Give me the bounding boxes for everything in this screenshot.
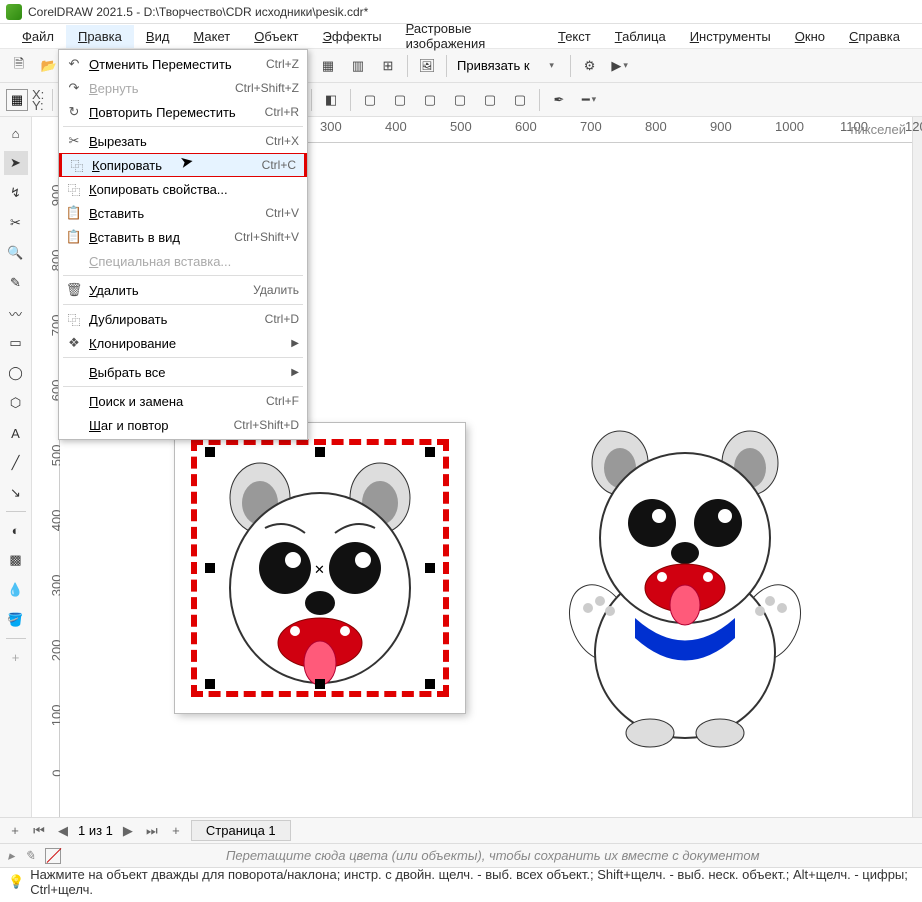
new-doc-icon[interactable]: 🗎 [6, 53, 32, 79]
status-text: Нажмите на объект дважды для поворота/на… [30, 867, 914, 897]
snap-icon[interactable]: ⊞ [375, 53, 401, 79]
menu-файл[interactable]: Файл [10, 25, 66, 48]
outline-width-icon[interactable]: ━ [576, 87, 602, 113]
align-m-icon[interactable]: ▢ [477, 87, 503, 113]
menu-растровые изображения[interactable]: Растровые изображения [394, 17, 546, 55]
snap-to-label[interactable]: Привязать к [453, 58, 534, 73]
last-page-icon[interactable]: ⏭ [143, 822, 161, 840]
page-navigator[interactable]: + ⏮ ◀ 1 из 1 ▶ ⏭ + Страница 1 [0, 817, 922, 843]
rectangle-tool-icon[interactable]: ▭ [4, 331, 28, 355]
zoom-tool-icon[interactable]: 🔍 [4, 241, 28, 265]
menu-item[interactable]: 🗑УдалитьУдалить [59, 278, 307, 302]
align-r-icon[interactable]: ▢ [417, 87, 443, 113]
menu-bar[interactable]: ФайлПравкаВидМакетОбъектЭффектыРастровые… [0, 24, 922, 49]
menu-item[interactable]: Поиск и заменаCtrl+F [59, 389, 307, 413]
menu-таблица[interactable]: Таблица [603, 25, 678, 48]
vertical-ruler: 9008007006005004003002001000 [32, 117, 60, 817]
menu-текст[interactable]: Текст [546, 25, 603, 48]
menu-вид[interactable]: Вид [134, 25, 182, 48]
document-palette[interactable]: ▸ ✎ Перетащите сюда цвета (или объекты),… [0, 843, 922, 867]
color-palette-strip[interactable] [912, 117, 922, 817]
home-icon[interactable]: ⌂ [4, 121, 28, 145]
fill-tool-icon[interactable]: 🪣 [4, 608, 28, 632]
edit-menu-dropdown[interactable]: ↶Отменить ПереместитьCtrl+Z↷ВернутьCtrl+… [58, 49, 308, 440]
dog-full-artwork[interactable] [540, 423, 830, 753]
status-bar: 💡 Нажмите на объект дважды для поворота/… [0, 867, 922, 895]
menu-item[interactable]: 📋ВставитьCtrl+V [59, 201, 307, 225]
freehand-tool-icon[interactable]: ✎ [4, 271, 28, 295]
menu-item[interactable]: 📋Вставить в видCtrl+Shift+V [59, 225, 307, 249]
menu-item[interactable]: ❖Клонирование▶ [59, 331, 307, 355]
artistic-tool-icon[interactable]: 〰 [4, 301, 28, 325]
menu-item[interactable]: ⿻Копировать свойства... [59, 177, 307, 201]
menu-макет[interactable]: Макет [181, 25, 242, 48]
dimension-tool-icon[interactable]: ╱ [4, 451, 28, 475]
ellipse-tool-icon[interactable]: ◯ [4, 361, 28, 385]
eyedropper-tool-icon[interactable]: 💧 [4, 578, 28, 602]
menu-item: ↷ВернутьCtrl+Shift+Z [59, 76, 307, 100]
menu-item[interactable]: Шаг и повторCtrl+Shift+D [59, 413, 307, 437]
menu-эффекты[interactable]: Эффекты [311, 25, 394, 48]
menu-item: Специальная вставка... [59, 249, 307, 273]
add-page-after-icon[interactable]: + [167, 822, 185, 840]
order-icon[interactable]: ◧ [318, 87, 344, 113]
center-marker-icon: ✕ [314, 562, 326, 574]
menu-item[interactable]: ✂ВырезатьCtrl+X [59, 129, 307, 153]
prev-page-icon[interactable]: ◀ [54, 822, 72, 840]
add-tool-icon[interactable]: + [4, 645, 28, 669]
menu-объект[interactable]: Объект [242, 25, 310, 48]
align-c-icon[interactable]: ▢ [387, 87, 413, 113]
hint-icon: 💡 [8, 874, 24, 890]
align-b-icon[interactable]: ▢ [507, 87, 533, 113]
menu-item[interactable]: ↶Отменить ПереместитьCtrl+Z [59, 52, 307, 76]
shape-tool-icon[interactable]: ↯ [4, 181, 28, 205]
menu-правка[interactable]: Правка [66, 25, 134, 48]
align-l-icon[interactable]: ▢ [357, 87, 383, 113]
eyedropper-icon[interactable]: ✎ [25, 848, 36, 864]
text-tool-icon[interactable]: A [4, 421, 28, 445]
menu-item[interactable]: Выбрать все▶ [59, 360, 307, 384]
guides-icon[interactable]: ▥ [345, 53, 371, 79]
page-tab[interactable]: Страница 1 [191, 820, 291, 841]
pick-tool-icon[interactable]: ➤ [4, 151, 28, 175]
no-fill-icon[interactable] [45, 848, 61, 864]
menu-инструменты[interactable]: Инструменты [678, 25, 783, 48]
settings-icon[interactable]: ⚙ [577, 53, 603, 79]
first-page-icon[interactable]: ⏮ [30, 822, 48, 840]
menu-item[interactable]: ⿻ДублироватьCtrl+D [59, 307, 307, 331]
app-logo-icon [6, 4, 22, 20]
snap-to-dropdown-icon[interactable] [538, 53, 564, 79]
menu-справка[interactable]: Справка [837, 25, 912, 48]
transparency-tool-icon[interactable]: ▩ [4, 548, 28, 572]
palette-hint: Перетащите сюда цвета (или объекты), что… [71, 848, 914, 863]
toolbox[interactable]: ⌂ ➤ ↯ ✂ 🔍 ✎ 〰 ▭ ◯ ⬡ A ╱ ↘ ◐ ▩ 💧 🪣 + [0, 117, 32, 817]
image-icon[interactable]: 🖼 [414, 53, 440, 79]
menu-окно[interactable]: Окно [783, 25, 837, 48]
next-page-icon[interactable]: ▶ [119, 822, 137, 840]
crop-tool-icon[interactable]: ✂ [4, 211, 28, 235]
outline-pen-icon[interactable]: ✒ [546, 87, 572, 113]
add-page-icon[interactable]: + [6, 822, 24, 840]
page-counter: 1 из 1 [78, 823, 113, 838]
palette-arrow-icon[interactable]: ▸ [8, 848, 15, 864]
menu-item[interactable]: ↻Повторить ПереместитьCtrl+R [59, 100, 307, 124]
polygon-tool-icon[interactable]: ⬡ [4, 391, 28, 415]
position-icon: ▦ [6, 89, 28, 111]
connector-tool-icon[interactable]: ↘ [4, 481, 28, 505]
powerclip-container[interactable]: ✕ [175, 423, 465, 713]
align-t-icon[interactable]: ▢ [447, 87, 473, 113]
launch-icon[interactable]: ▶ [607, 53, 633, 79]
shadow-tool-icon[interactable]: ◐ [4, 518, 28, 542]
window-title: CorelDRAW 2021.5 - D:\Творчество\CDR исх… [28, 5, 368, 19]
grid-icon[interactable]: ▦ [315, 53, 341, 79]
